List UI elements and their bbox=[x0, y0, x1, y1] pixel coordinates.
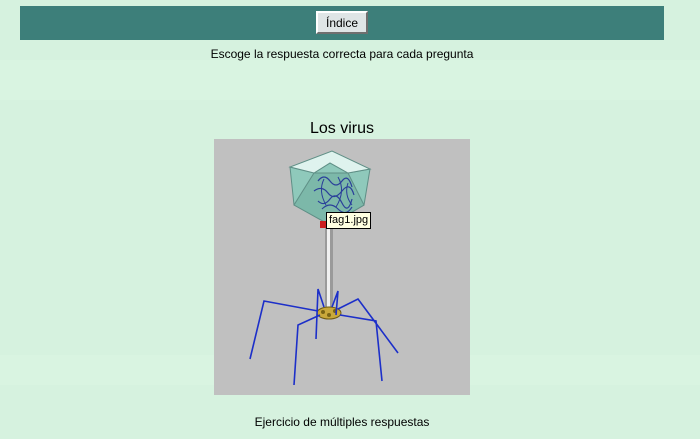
top-navigation-bar: Índice bbox=[20, 6, 664, 40]
instructions-text: Escoge la respuesta correcta para cada p… bbox=[210, 47, 474, 61]
index-button[interactable]: Índice bbox=[316, 11, 368, 34]
image-tooltip: fag1.jpg bbox=[326, 212, 372, 229]
virus-image bbox=[214, 139, 470, 395]
bacteriophage-illustration bbox=[249, 150, 399, 386]
exercise-caption: Ejercicio de múltiples respuestas bbox=[254, 415, 430, 429]
background-band bbox=[0, 60, 700, 100]
page-title: Los virus bbox=[309, 120, 375, 137]
